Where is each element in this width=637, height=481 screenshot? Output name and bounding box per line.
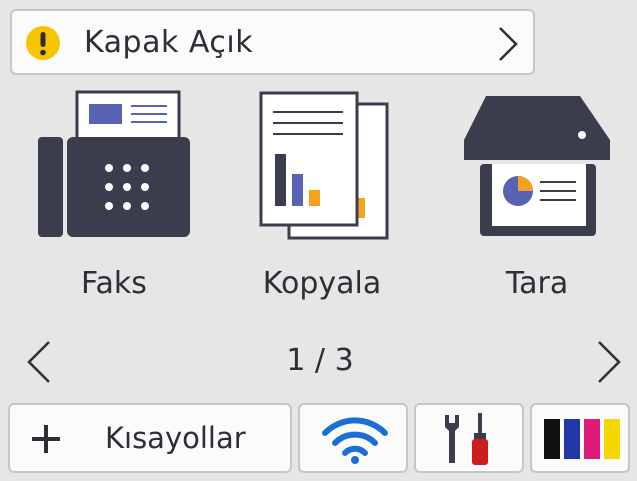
plus-icon bbox=[32, 425, 60, 453]
chevron-right-icon[interactable] bbox=[596, 339, 622, 385]
status-message: Kapak Açık bbox=[84, 25, 254, 60]
ink-magenta bbox=[584, 419, 600, 459]
warning-icon bbox=[26, 26, 60, 60]
shortcuts-button[interactable]: Kısayollar bbox=[8, 403, 292, 473]
wifi-button[interactable] bbox=[298, 403, 408, 473]
app-label-copy: Kopyala bbox=[262, 266, 382, 301]
fax-icon bbox=[38, 90, 190, 237]
wrench-screwdriver-icon bbox=[445, 413, 488, 465]
chevron-left-icon[interactable] bbox=[26, 339, 52, 385]
page-indicator: 1 / 3 bbox=[286, 343, 354, 378]
app-tile-scan[interactable]: Tara bbox=[452, 90, 622, 320]
wifi-icon bbox=[322, 417, 388, 464]
printer-home-screen: Kapak Açık Faks Kopyala Tara 1 / 3 Kısay… bbox=[0, 0, 637, 481]
shortcuts-label: Kısayollar bbox=[105, 421, 246, 455]
app-tile-copy[interactable]: Kopyala bbox=[237, 90, 407, 320]
ink-yellow bbox=[604, 419, 620, 459]
app-label-scan: Tara bbox=[505, 266, 569, 301]
status-bar[interactable]: Kapak Açık bbox=[10, 9, 535, 75]
ink-cartridges-icon bbox=[544, 419, 620, 459]
app-tile-fax[interactable]: Faks bbox=[29, 90, 199, 320]
scan-icon bbox=[464, 96, 610, 236]
settings-button[interactable] bbox=[414, 403, 524, 473]
app-label-fax: Faks bbox=[81, 266, 147, 301]
ink-black bbox=[544, 419, 560, 459]
copy-icon bbox=[259, 91, 389, 240]
ink-cyan bbox=[564, 419, 580, 459]
chevron-right-icon bbox=[499, 27, 518, 61]
ink-button[interactable] bbox=[530, 403, 630, 473]
